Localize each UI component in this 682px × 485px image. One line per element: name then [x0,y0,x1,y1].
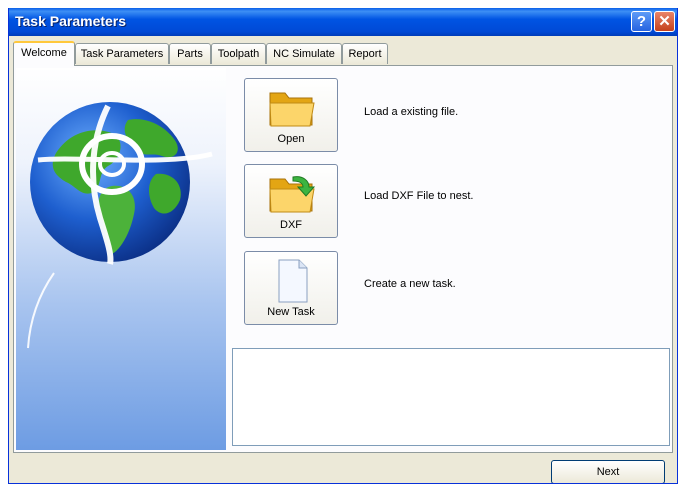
tab-parts[interactable]: Parts [169,43,211,64]
welcome-sidebar [16,68,226,450]
close-button[interactable]: ✕ [654,11,675,32]
window-title: Task Parameters [15,13,127,29]
tab-toolpath[interactable]: Toolpath [211,43,266,64]
tab-task-parameters[interactable]: Task Parameters [75,43,169,64]
open-description: Load a existing file. [364,106,459,118]
help-button[interactable]: ? [631,11,652,32]
welcome-panel: Open Load a existing file. DXF Load DXF … [13,65,673,453]
message-box [232,348,670,446]
new-task-description: Create a new task. [364,278,456,290]
tab-nc-simulate[interactable]: NC Simulate [266,43,342,64]
title-bar[interactable]: Task Parameters ? ✕ [9,8,677,36]
folder-open-icon [269,92,315,127]
tab-welcome[interactable]: Welcome [13,41,75,66]
dxf-button-label: DXF [280,219,302,231]
open-button[interactable]: Open [244,78,338,152]
tab-report[interactable]: Report [342,43,388,64]
task-parameters-dialog: Task Parameters ? ✕ Welcome Task Paramet… [8,8,678,484]
folder-import-icon [269,176,316,213]
new-document-icon [278,259,308,303]
open-button-label: Open [277,133,305,145]
new-task-button-label: New Task [267,306,315,318]
globe-icon [27,102,213,349]
tab-strip: Welcome Task Parameters Parts Toolpath N… [13,41,673,66]
dxf-description: Load DXF File to nest. [364,190,474,202]
dxf-button[interactable]: DXF [244,164,338,238]
next-button[interactable]: Next [551,460,665,483]
new-task-button[interactable]: New Task [244,251,338,325]
